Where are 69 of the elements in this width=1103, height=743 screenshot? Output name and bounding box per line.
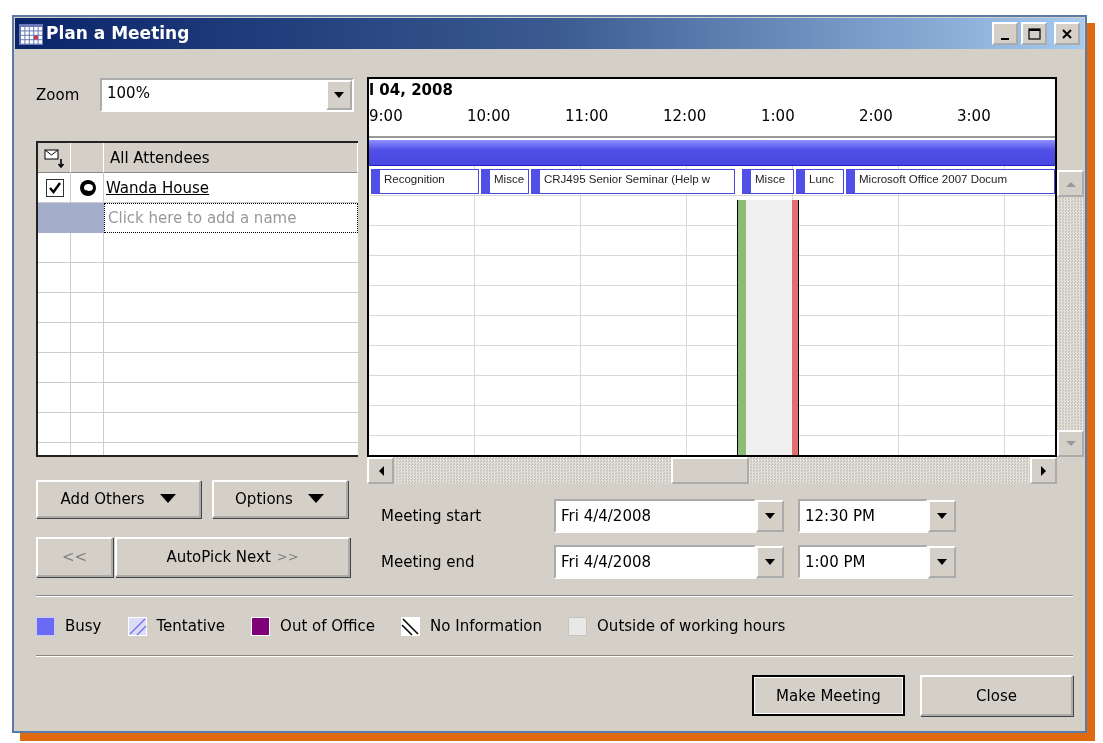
hour-label: 3:00 [957, 107, 991, 125]
zoom-label: Zoom [36, 86, 81, 104]
calendar-event[interactable]: Misce [742, 169, 794, 194]
scroll-left-button[interactable] [367, 457, 394, 484]
attendee-name-link[interactable]: Wanda House [106, 179, 210, 197]
envelope-icon [44, 146, 66, 169]
calendar-icon [19, 22, 43, 45]
close-button[interactable] [1054, 22, 1080, 45]
hour-label: 10:00 [467, 107, 511, 125]
date-field[interactable]: Fri 4/4/2008 [554, 545, 756, 579]
legend-swatch-icon [568, 616, 588, 636]
close-icon [1060, 26, 1074, 41]
date-heading: l 04, 2008 [369, 81, 453, 99]
selected-row-cell [71, 203, 104, 233]
maximize-icon [1027, 26, 1041, 41]
hour-label: 9:00 [369, 107, 403, 125]
meeting-time-selection[interactable] [738, 200, 798, 455]
calendar-event[interactable]: Lunc [796, 169, 844, 194]
scroll-right-button[interactable] [1030, 457, 1057, 484]
dialog-button[interactable]: Close [920, 675, 1073, 716]
calendar-event[interactable]: Recognition [371, 169, 479, 194]
column-header[interactable]: All Attendees [104, 143, 358, 173]
legend-label: Outside of working hours [597, 617, 786, 635]
autopick-next-button[interactable]: AutoPick Next >> [115, 537, 350, 577]
window-title: Plan a Meeting [46, 23, 191, 44]
zoom-dropdown[interactable]: 100% [100, 78, 354, 112]
legend-swatch-icon [36, 616, 55, 636]
dialog-button[interactable]: Make Meeting [752, 675, 905, 716]
dropdown-button[interactable] [756, 500, 784, 532]
legend-swatch-icon [127, 616, 147, 636]
dropdown-button[interactable] [326, 80, 352, 110]
field-label: Meeting start [381, 507, 483, 525]
down-arrow-icon [1064, 439, 1077, 448]
legend-label: Busy [65, 617, 102, 635]
legend-label: Out of Office [280, 617, 376, 635]
dropdown-button[interactable]: Add Others [36, 480, 201, 518]
up-arrow-icon [1064, 179, 1077, 188]
caret-icon [306, 493, 325, 505]
legend-swatch-icon [251, 616, 271, 636]
checkbox[interactable] [45, 179, 64, 197]
dropdown-button[interactable]: Options [212, 480, 348, 518]
dropdown-button[interactable] [756, 546, 784, 578]
legend-swatch-icon [401, 616, 421, 636]
hour-label: 1:00 [761, 107, 795, 125]
scroll-up-button[interactable] [1057, 170, 1084, 197]
legend-label: Tentative [156, 617, 226, 635]
hour-label: 11:00 [565, 107, 609, 125]
legend-label: No Information [430, 617, 543, 635]
dropdown-button[interactable] [928, 546, 956, 578]
add-name-field[interactable]: Click here to add a name [104, 203, 358, 233]
caret-icon [158, 493, 177, 505]
minimize-icon [1001, 37, 1009, 40]
date-field[interactable]: Fri 4/4/2008 [554, 499, 756, 533]
selected-row-cell [38, 203, 71, 233]
field-label: Meeting end [381, 553, 476, 571]
hour-label: 2:00 [859, 107, 893, 125]
maximize-button[interactable] [1021, 22, 1047, 45]
dropdown-button[interactable] [928, 500, 956, 532]
calendar-event[interactable]: CRJ495 Senior Seminar (Help w [531, 169, 735, 194]
minimize-button[interactable] [992, 22, 1018, 45]
column-header[interactable] [38, 143, 71, 173]
time-field[interactable]: 1:00 PM [798, 545, 928, 579]
calendar-event[interactable]: Misce [481, 169, 529, 194]
right-arrow-icon [1039, 464, 1048, 477]
time-field[interactable]: 12:30 PM [798, 499, 928, 533]
scrollbar-thumb[interactable] [671, 457, 749, 484]
hour-label: 12:00 [663, 107, 707, 125]
status-icon [78, 179, 97, 197]
calendar-event[interactable]: Microsoft Office 2007 Docum [846, 169, 1055, 194]
